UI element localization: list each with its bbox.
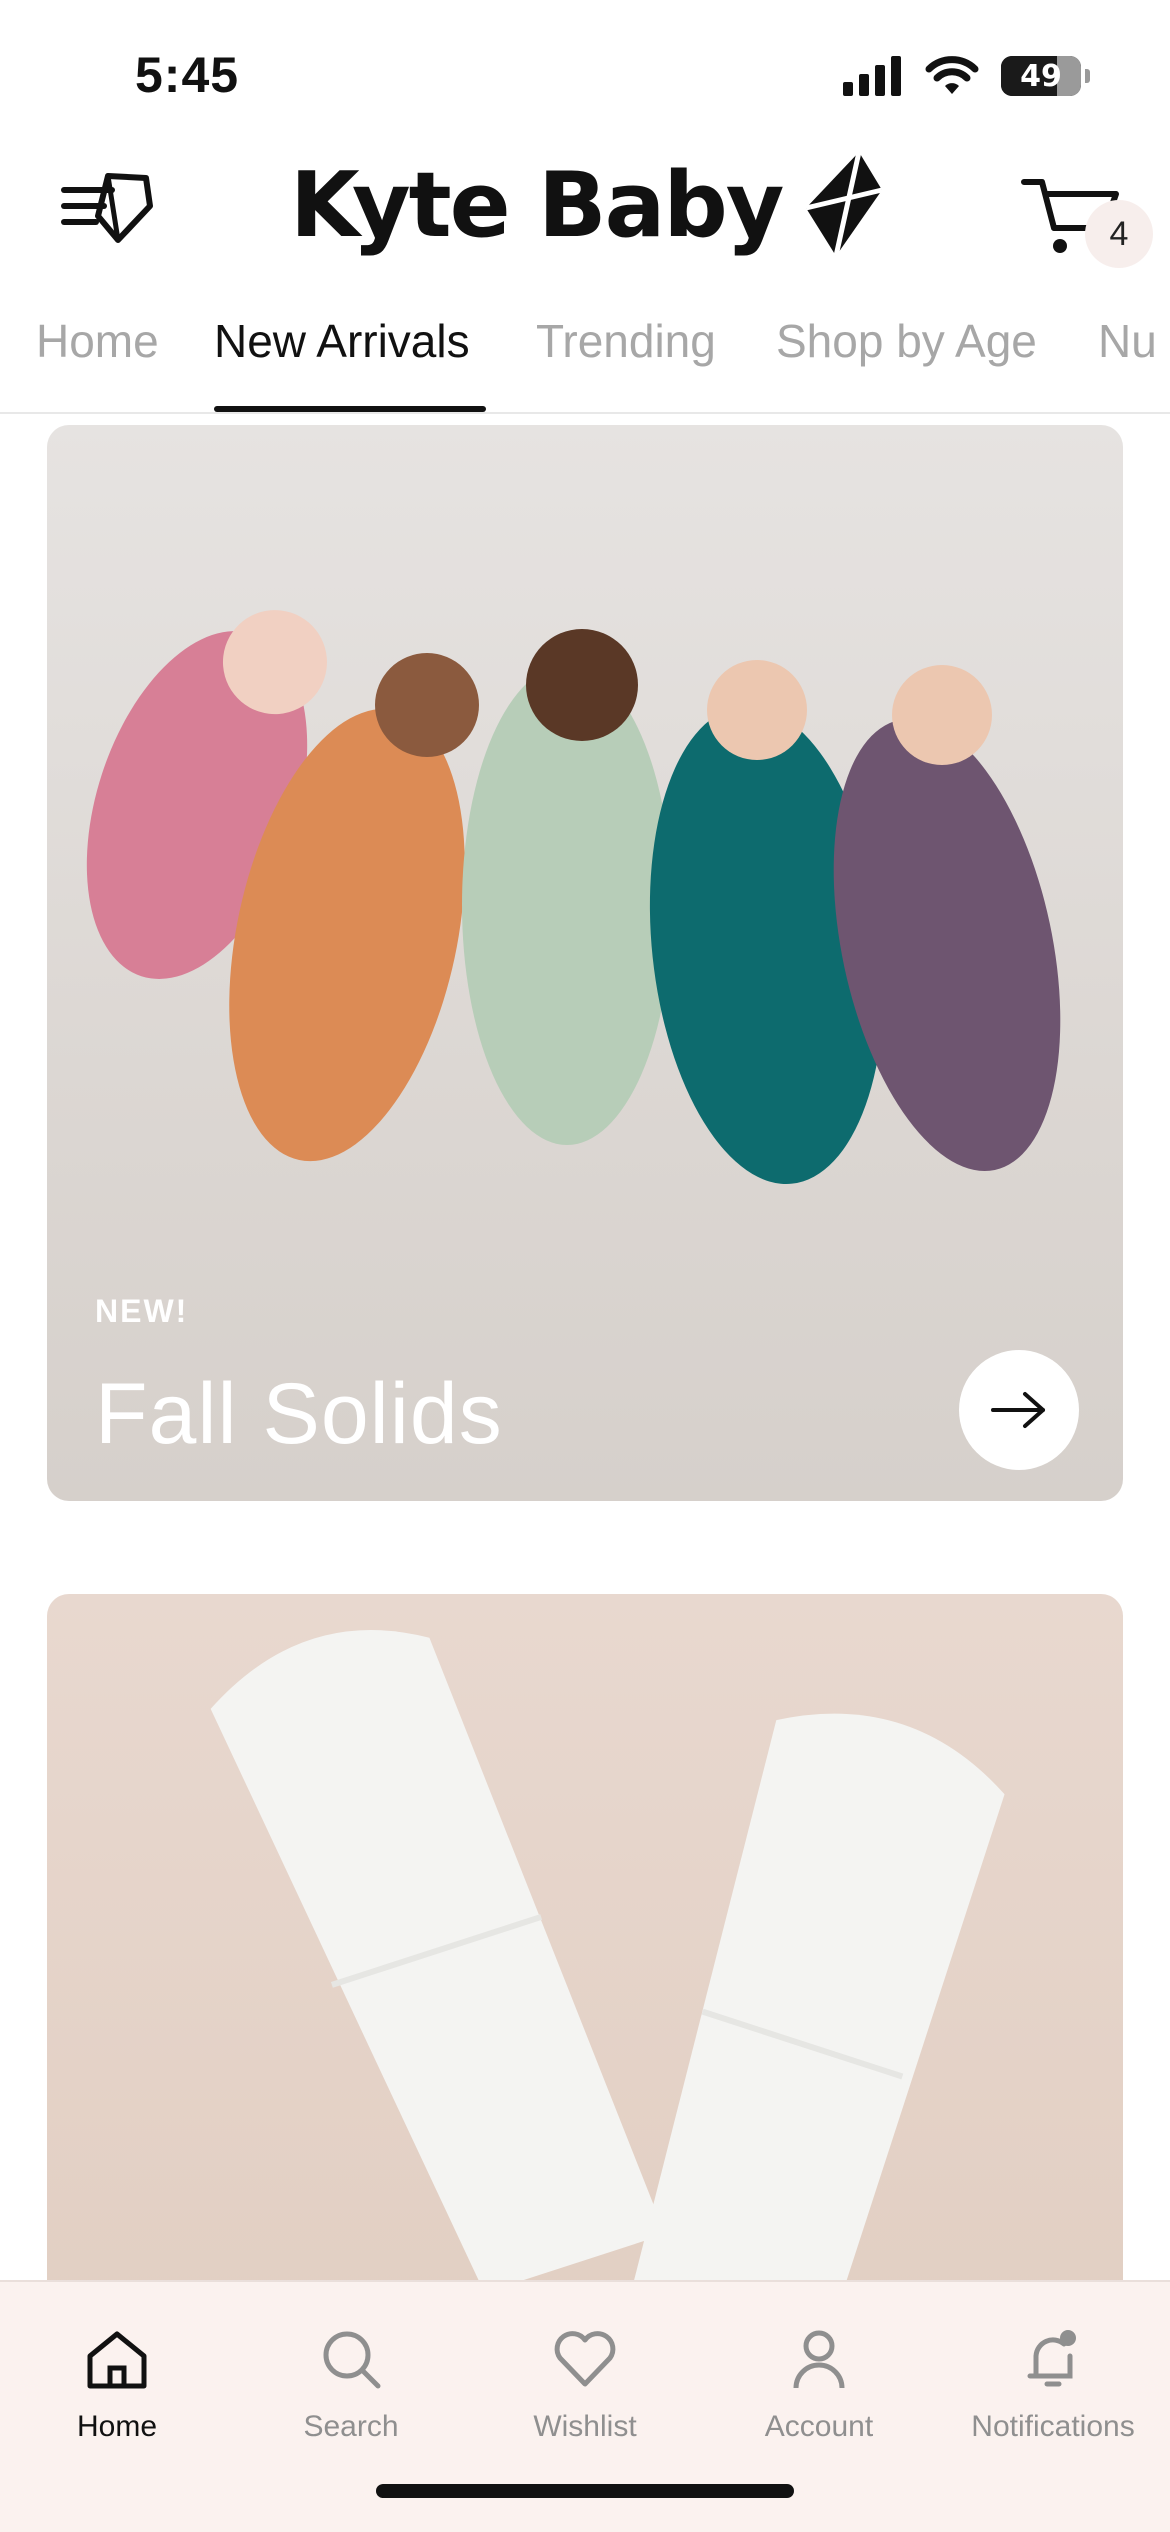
promo-card-socks[interactable] (47, 1594, 1123, 2314)
status-bar: 5:45 49 (0, 0, 1170, 150)
card-eyebrow: NEW! (95, 1293, 189, 1329)
babies-in-sleep-bags-image (86, 610, 1061, 1184)
account-icon (793, 2330, 845, 2389)
tab-home[interactable]: Home (36, 314, 159, 412)
nav-label-search: Search (303, 2410, 399, 2443)
signal-icon (843, 56, 901, 96)
nav-account[interactable]: Account (702, 2302, 936, 2482)
menu-kite-icon (61, 173, 153, 243)
nav-home[interactable]: Home (0, 2302, 234, 2482)
search-icon (323, 2331, 381, 2389)
kite-logo-icon (805, 151, 884, 257)
tab-partial[interactable]: Nu (1098, 314, 1157, 412)
tab-shop-by-age[interactable]: Shop by Age (776, 314, 1037, 412)
cart-count-badge: 4 (1085, 200, 1153, 268)
nav-wishlist[interactable]: Wishlist (468, 2302, 702, 2482)
tab-trending[interactable]: Trending (536, 314, 716, 412)
wifi-icon (925, 56, 979, 94)
home-indicator[interactable] (376, 2484, 794, 2498)
white-socks-image (210, 1629, 1005, 2314)
tab-new-arrivals[interactable]: New Arrivals (214, 314, 470, 412)
header: Kyte Baby (0, 140, 1170, 270)
brand-logo[interactable]: Kyte Baby (290, 150, 884, 260)
status-icons: 49 (843, 52, 1090, 100)
nav-label-home: Home (76, 2410, 158, 2443)
arrow-right-icon (991, 1392, 1045, 1428)
nav-label-notifications: Notifications (971, 2410, 1135, 2443)
card-arrow-button[interactable] (959, 1350, 1079, 1470)
card-title: Fall Solids (95, 1366, 503, 1462)
battery-level: 49 (1020, 58, 1062, 94)
status-time: 5:45 (135, 47, 240, 103)
brand-name: Kyte Baby (290, 152, 784, 258)
nav-label-account: Account (764, 2410, 874, 2443)
heart-icon (554, 2331, 616, 2387)
bell-icon (1027, 2330, 1076, 2387)
promo-card-fall-solids[interactable]: NEW! Fall Solids (47, 425, 1123, 1501)
category-tabs: Home New Arrivals Trending Shop by Age N… (0, 290, 1170, 414)
menu-button[interactable] (60, 162, 160, 252)
battery-icon: 49 (1001, 56, 1081, 96)
active-tab-indicator (214, 406, 486, 412)
battery-nub (1085, 69, 1090, 83)
home-icon (87, 2331, 147, 2389)
nav-label-wishlist: Wishlist (533, 2410, 637, 2443)
nav-notifications[interactable]: Notifications (936, 2302, 1170, 2482)
nav-search[interactable]: Search (234, 2302, 468, 2482)
